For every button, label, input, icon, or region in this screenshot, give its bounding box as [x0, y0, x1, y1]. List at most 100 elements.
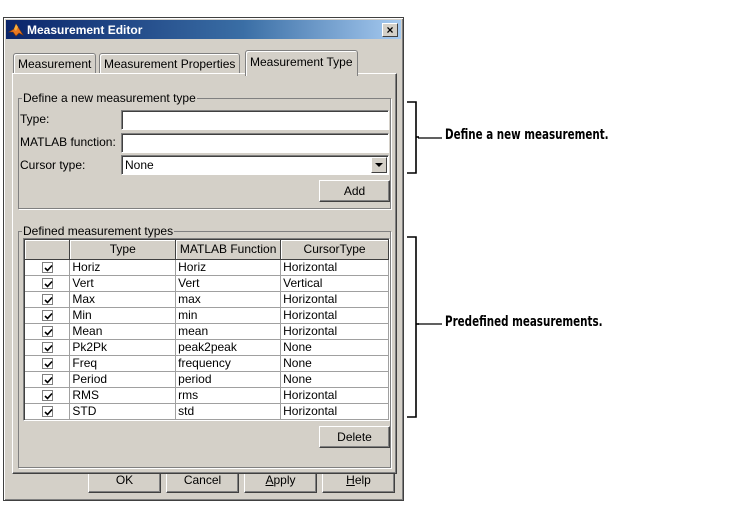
tab-label: Measurement Properties — [104, 57, 236, 71]
tab-measurement-properties[interactable]: Measurement Properties — [99, 53, 241, 74]
checkmark-icon — [44, 296, 53, 304]
matlab-function-label: MATLAB function: — [20, 135, 116, 149]
table-row[interactable]: Pk2Pk peak2peak None — [25, 339, 389, 356]
checkmark-icon — [44, 408, 53, 416]
enabled-checkbox[interactable] — [41, 277, 53, 289]
cursor-type-cell[interactable]: Horizontal — [280, 387, 389, 404]
table-row[interactable]: Freq frequency None — [25, 355, 389, 372]
function-cell[interactable]: Vert — [175, 275, 282, 292]
function-cell[interactable]: Horiz — [175, 259, 282, 276]
apply-button-label: Apply — [265, 473, 296, 487]
define-bracket — [407, 101, 419, 174]
enabled-checkbox[interactable] — [41, 373, 53, 385]
type-cell[interactable]: Max — [69, 291, 177, 308]
cancel-button-label: Cancel — [183, 473, 222, 487]
enabled-cell — [25, 291, 71, 308]
cursor-type-cell[interactable]: None — [280, 339, 389, 356]
type-cell[interactable]: Mean — [69, 323, 177, 340]
type-input[interactable] — [121, 110, 389, 130]
close-button[interactable]: × — [382, 22, 398, 37]
tab-label: Measurement Type — [250, 55, 353, 69]
add-button[interactable]: Add — [319, 180, 390, 202]
enabled-checkbox[interactable] — [41, 309, 53, 321]
table-row[interactable]: Max max Horizontal — [25, 291, 389, 308]
column-header-cursor-type[interactable]: CursorType — [280, 240, 389, 260]
enabled-checkbox[interactable] — [41, 405, 53, 417]
checkmark-icon — [44, 280, 53, 288]
type-cell[interactable]: Min — [69, 307, 177, 324]
function-cell[interactable]: std — [175, 403, 282, 420]
enabled-checkbox[interactable] — [41, 357, 53, 369]
chevron-down-icon[interactable] — [371, 157, 387, 173]
function-cell[interactable]: peak2peak — [175, 339, 282, 356]
cursor-type-value: None — [125, 158, 154, 172]
function-cell[interactable]: mean — [175, 323, 282, 340]
function-cell[interactable]: max — [175, 291, 282, 308]
help-button-label: Help — [346, 473, 371, 487]
cursor-type-cell[interactable]: None — [280, 371, 389, 388]
delete-button-label: Delete — [337, 430, 372, 444]
table-row[interactable]: Vert Vert Vertical — [25, 275, 389, 292]
enabled-checkbox[interactable] — [41, 261, 53, 273]
tab-label: Measurement — [18, 57, 92, 71]
table-row[interactable]: STD std Horizontal — [25, 403, 389, 420]
cursor-type-cell[interactable]: Horizontal — [280, 291, 389, 308]
enabled-checkbox[interactable] — [41, 341, 53, 353]
enabled-cell — [25, 323, 71, 340]
column-header-type[interactable]: Type — [69, 240, 177, 260]
enabled-cell — [25, 371, 71, 388]
function-cell[interactable]: rms — [175, 387, 282, 404]
define-leader-line — [418, 137, 442, 139]
function-cell[interactable]: min — [175, 307, 282, 324]
title-bar[interactable]: Measurement Editor × — [6, 20, 401, 39]
cursor-type-cell[interactable]: Horizontal — [280, 323, 389, 340]
predefined-annotation: Predefined measurements. — [445, 314, 603, 330]
table-row[interactable]: Mean mean Horizontal — [25, 323, 389, 340]
close-icon: × — [386, 22, 394, 37]
cursor-type-cell[interactable]: Horizontal — [280, 403, 389, 420]
table-row[interactable]: Min min Horizontal — [25, 307, 389, 324]
delete-button[interactable]: Delete — [319, 426, 390, 448]
cursor-type-cell[interactable]: Horizontal — [280, 259, 389, 276]
function-cell[interactable]: frequency — [175, 355, 282, 372]
cursor-type-select[interactable]: None — [121, 155, 389, 175]
table-row[interactable]: RMS rms Horizontal — [25, 387, 389, 404]
enabled-cell — [25, 403, 71, 420]
type-cell[interactable]: Period — [69, 371, 177, 388]
checkmark-icon — [44, 312, 53, 320]
table-row[interactable]: Period period None — [25, 371, 389, 388]
tab-panel-measurement-type: Define a new measurement type Type: MATL… — [12, 73, 397, 474]
type-cell[interactable]: RMS — [69, 387, 177, 404]
enabled-cell — [25, 355, 71, 372]
enabled-cell — [25, 259, 71, 276]
enabled-cell — [25, 307, 71, 324]
window-title: Measurement Editor — [27, 22, 143, 37]
enabled-cell — [25, 339, 71, 356]
table-header-row: Type MATLAB Function CursorType — [25, 240, 389, 260]
enabled-checkbox[interactable] — [41, 389, 53, 401]
tab-measurement-type[interactable]: Measurement Type — [245, 50, 358, 76]
type-cell[interactable]: Freq — [69, 355, 177, 372]
type-cell[interactable]: Vert — [69, 275, 177, 292]
cursor-type-cell[interactable]: Horizontal — [280, 307, 389, 324]
table-row[interactable]: Horiz Horiz Horizontal — [25, 259, 389, 276]
type-cell[interactable]: STD — [69, 403, 177, 420]
column-header-enabled[interactable] — [25, 240, 71, 260]
type-cell[interactable]: Pk2Pk — [69, 339, 177, 356]
measurement-types-table[interactable]: Type MATLAB Function CursorType Horiz Hor… — [23, 238, 390, 421]
type-cell[interactable]: Horiz — [69, 259, 177, 276]
tab-measurement[interactable]: Measurement — [13, 53, 97, 74]
matlab-function-input[interactable] — [121, 133, 389, 153]
checkmark-icon — [44, 344, 53, 352]
function-cell[interactable]: period — [175, 371, 282, 388]
cursor-type-cell[interactable]: Vertical — [280, 275, 389, 292]
define-annotation: Define a new measurement. — [445, 127, 609, 143]
matlab-logo-icon — [7, 22, 24, 38]
predefined-leader-line — [418, 323, 442, 325]
column-header-matlab-function[interactable]: MATLAB Function — [175, 240, 282, 260]
enabled-checkbox[interactable] — [41, 325, 53, 337]
cursor-type-cell[interactable]: None — [280, 355, 389, 372]
type-label: Type: — [20, 112, 50, 126]
enabled-checkbox[interactable] — [41, 293, 53, 305]
enabled-cell — [25, 387, 71, 404]
